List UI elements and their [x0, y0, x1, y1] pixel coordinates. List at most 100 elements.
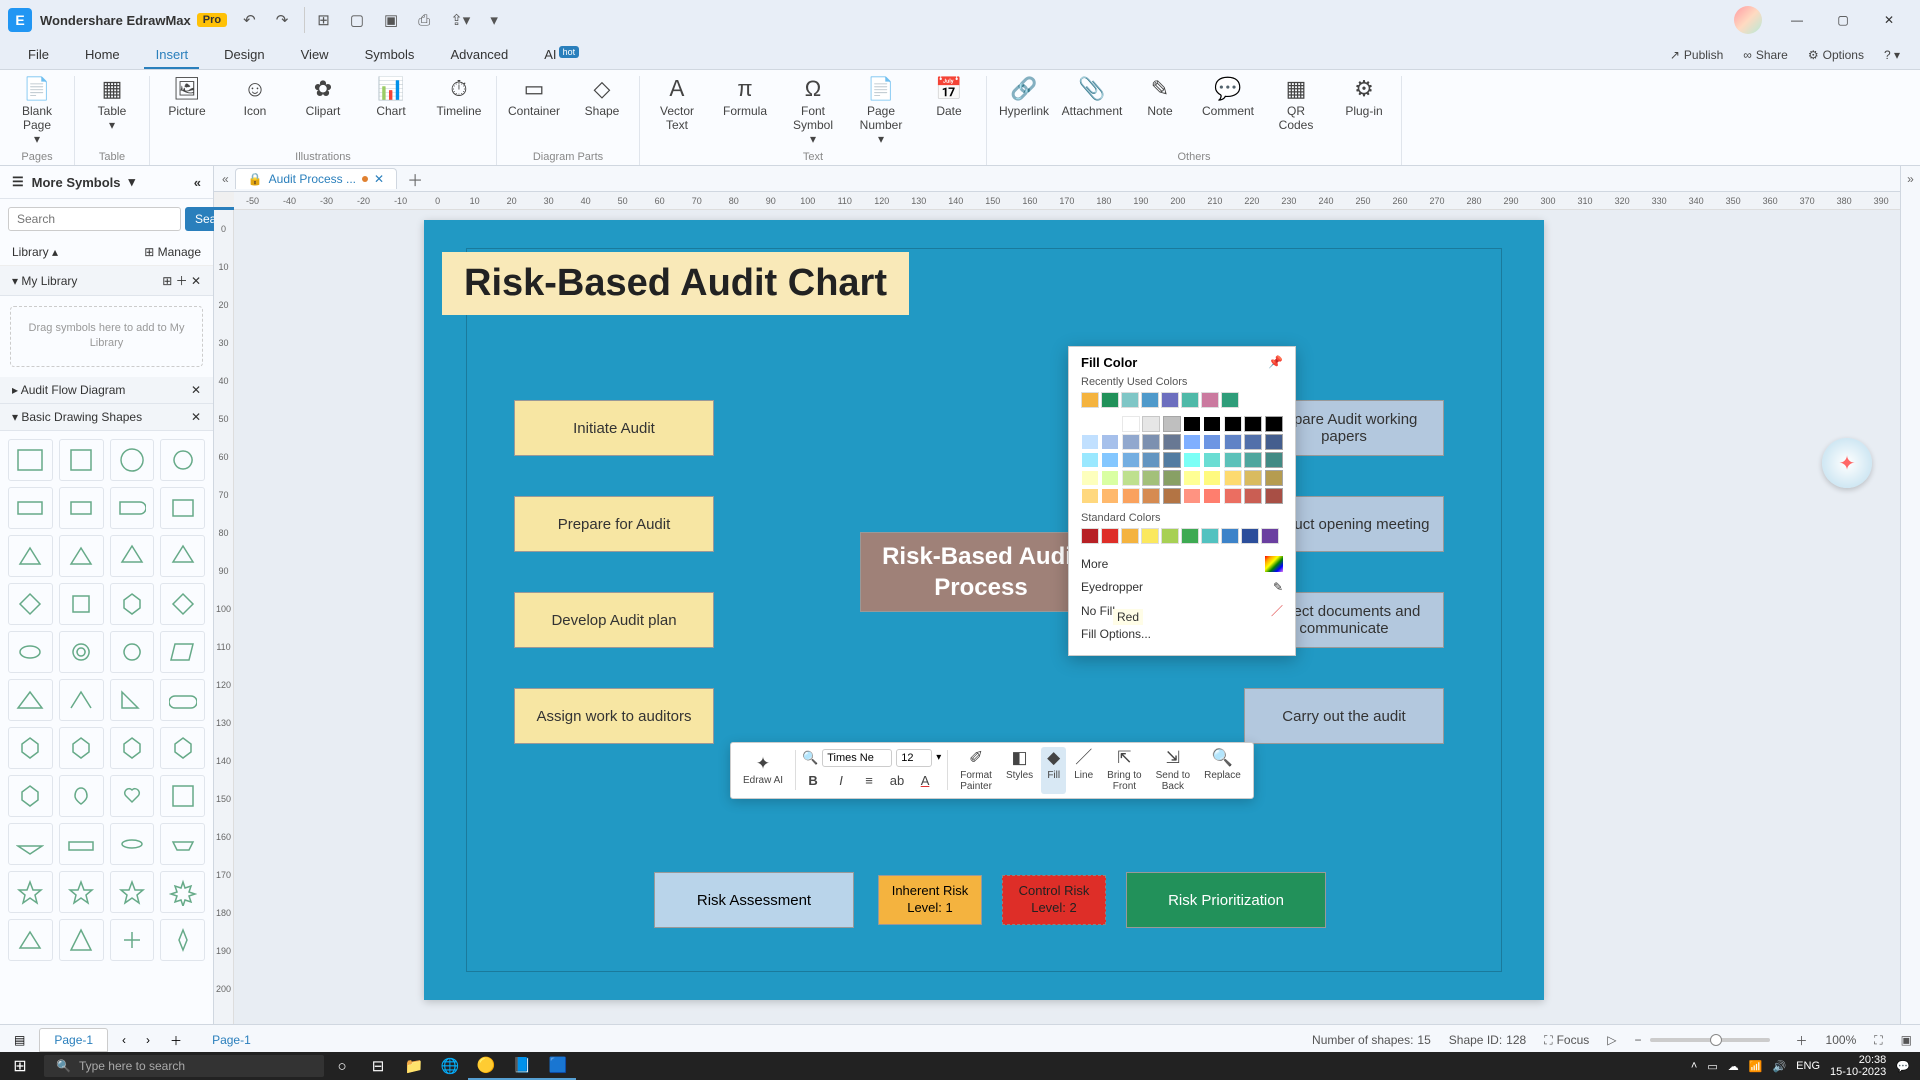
shape-swatch[interactable] [160, 775, 205, 817]
basic-shapes-section[interactable]: ▾ Basic Drawing Shapes✕ [0, 404, 213, 431]
color-swatch[interactable] [1142, 434, 1160, 450]
color-swatch[interactable] [1081, 528, 1099, 544]
color-swatch[interactable] [1122, 416, 1140, 432]
shape-swatch[interactable] [59, 487, 104, 529]
color-swatch[interactable] [1244, 452, 1262, 468]
fill-options-row[interactable]: Fill Options... [1081, 623, 1283, 645]
color-swatch[interactable] [1081, 392, 1099, 408]
menu-home[interactable]: Home [67, 41, 138, 68]
ai-assistant-bubble[interactable]: ✦ [1822, 438, 1872, 488]
shape-swatch[interactable] [8, 583, 53, 625]
color-swatch[interactable] [1081, 434, 1099, 450]
color-swatch[interactable] [1244, 416, 1262, 432]
ribbon-blank-page-[interactable]: 📄BlankPage▾ [10, 76, 64, 149]
font-select[interactable] [822, 749, 892, 767]
zoom-in[interactable]: ＋ [1796, 1032, 1808, 1049]
color-swatch[interactable] [1163, 452, 1181, 468]
ribbon-table-[interactable]: ▦Table▾ [85, 76, 139, 149]
start-button[interactable]: ⊞ [0, 1052, 40, 1080]
color-swatch[interactable] [1181, 392, 1199, 408]
box-carry[interactable]: Carry out the audit [1244, 688, 1444, 744]
pagetab-next[interactable]: › [140, 1031, 156, 1049]
shape-swatch[interactable] [110, 439, 155, 481]
color-swatch[interactable] [1265, 434, 1283, 450]
shape-swatch[interactable] [59, 919, 104, 961]
focus-button[interactable]: ⛶ Focus [1544, 1033, 1589, 1048]
menu-file[interactable]: File [10, 41, 67, 68]
font-case-button[interactable]: ab [886, 770, 908, 792]
shape-swatch[interactable] [110, 631, 155, 673]
ftb-fill[interactable]: ◆Fill [1041, 747, 1066, 794]
color-swatch[interactable] [1224, 452, 1242, 468]
shape-swatch[interactable] [8, 487, 53, 529]
task-explorer[interactable]: 📁 [396, 1052, 432, 1080]
box-assign[interactable]: Assign work to auditors [514, 688, 714, 744]
ribbon-qr-codes[interactable]: ▦QRCodes [1269, 76, 1323, 149]
ftb-send-to[interactable]: ⇲Send toBack [1150, 747, 1196, 794]
color-swatch[interactable] [1224, 416, 1242, 432]
color-swatch[interactable] [1265, 452, 1283, 468]
minimize-button[interactable]: — [1774, 4, 1820, 36]
qa-new-button[interactable]: ⊞ [304, 7, 334, 33]
publish-button[interactable]: ↗ Publish [1660, 44, 1733, 66]
menu-design[interactable]: Design [206, 41, 282, 68]
task-edge[interactable]: 🌐 [432, 1052, 468, 1080]
size-select[interactable] [896, 749, 932, 767]
tray-volume-icon[interactable]: 🔊 [1772, 1060, 1786, 1073]
italic-button[interactable]: I [830, 770, 852, 792]
ribbon-page-number-[interactable]: 📄PageNumber▾ [854, 76, 908, 149]
shape-swatch[interactable] [8, 679, 53, 721]
edraw-ai-button[interactable]: ✦Edraw AI [737, 753, 789, 789]
ftb-bring-to[interactable]: ⇱Bring toFront [1101, 747, 1147, 794]
ribbon-attachment[interactable]: 📎Attachment [1065, 76, 1119, 149]
box-center-process[interactable]: Risk-Based Audit Process [860, 532, 1102, 612]
color-swatch[interactable] [1142, 416, 1160, 432]
color-swatch[interactable] [1122, 488, 1140, 504]
task-edraw[interactable]: 🟦 [540, 1052, 576, 1080]
add-tab-button[interactable]: ＋ [407, 167, 423, 191]
ribbon-picture[interactable]: 🖼Picture [160, 76, 214, 149]
shape-swatch[interactable] [8, 727, 53, 769]
eyedropper-row[interactable]: Eyedropper✎ [1081, 576, 1283, 598]
mylib-dropzone[interactable]: Drag symbols here to add to My Library [10, 306, 203, 367]
nofill-row[interactable]: No Fill／ [1081, 598, 1283, 623]
audit-section[interactable]: ▸ Audit Flow Diagram✕ [0, 377, 213, 404]
shape-swatch[interactable] [160, 679, 205, 721]
color-swatch[interactable] [1081, 416, 1099, 432]
qa-print-button[interactable]: ⎙ [414, 8, 434, 33]
tray-battery-icon[interactable]: ▭ [1707, 1060, 1717, 1073]
color-swatch[interactable] [1201, 392, 1219, 408]
shape-swatch[interactable] [110, 727, 155, 769]
shape-swatch[interactable] [110, 919, 155, 961]
ribbon-hyperlink[interactable]: 🔗Hyperlink [997, 76, 1051, 149]
box-control-selected[interactable]: Control Risk Level: 2 [1002, 875, 1106, 925]
color-swatch[interactable] [1203, 452, 1221, 468]
canvas[interactable]: Risk-Based Audit Chart Initiate Audit Pr… [234, 210, 1900, 1024]
tray-onedrive-icon[interactable]: ☁ [1728, 1060, 1739, 1073]
pagetab-add[interactable]: ＋ [164, 1030, 188, 1051]
shape-swatch[interactable] [110, 487, 155, 529]
shape-swatch[interactable] [8, 535, 53, 577]
shape-swatch[interactable] [8, 439, 53, 481]
box-initiate[interactable]: Initiate Audit [514, 400, 714, 456]
color-swatch[interactable] [1183, 416, 1201, 432]
close-button[interactable]: ✕ [1866, 4, 1912, 36]
taskbar-search[interactable]: 🔍 Type here to search [44, 1055, 324, 1077]
color-swatch[interactable] [1121, 528, 1139, 544]
ftb-line[interactable]: ／Line [1068, 747, 1099, 794]
task-chrome[interactable]: 🟡 [468, 1052, 504, 1080]
shape-swatch[interactable] [110, 535, 155, 577]
color-swatch[interactable] [1081, 488, 1099, 504]
shape-swatch[interactable] [110, 775, 155, 817]
color-swatch[interactable] [1261, 528, 1279, 544]
zoom-slider[interactable] [1650, 1038, 1770, 1042]
color-swatch[interactable] [1244, 488, 1262, 504]
shape-swatch[interactable] [59, 871, 104, 913]
color-swatch[interactable] [1161, 392, 1179, 408]
symbol-search-input[interactable] [8, 207, 181, 231]
shape-swatch[interactable] [160, 535, 205, 577]
tray-clock[interactable]: 20:3815-10-2023 [1830, 1054, 1886, 1078]
task-word[interactable]: 📘 [504, 1052, 540, 1080]
pagetab-prev[interactable]: ‹ [116, 1031, 132, 1049]
right-panel-collapsed[interactable]: » [1900, 166, 1920, 1024]
